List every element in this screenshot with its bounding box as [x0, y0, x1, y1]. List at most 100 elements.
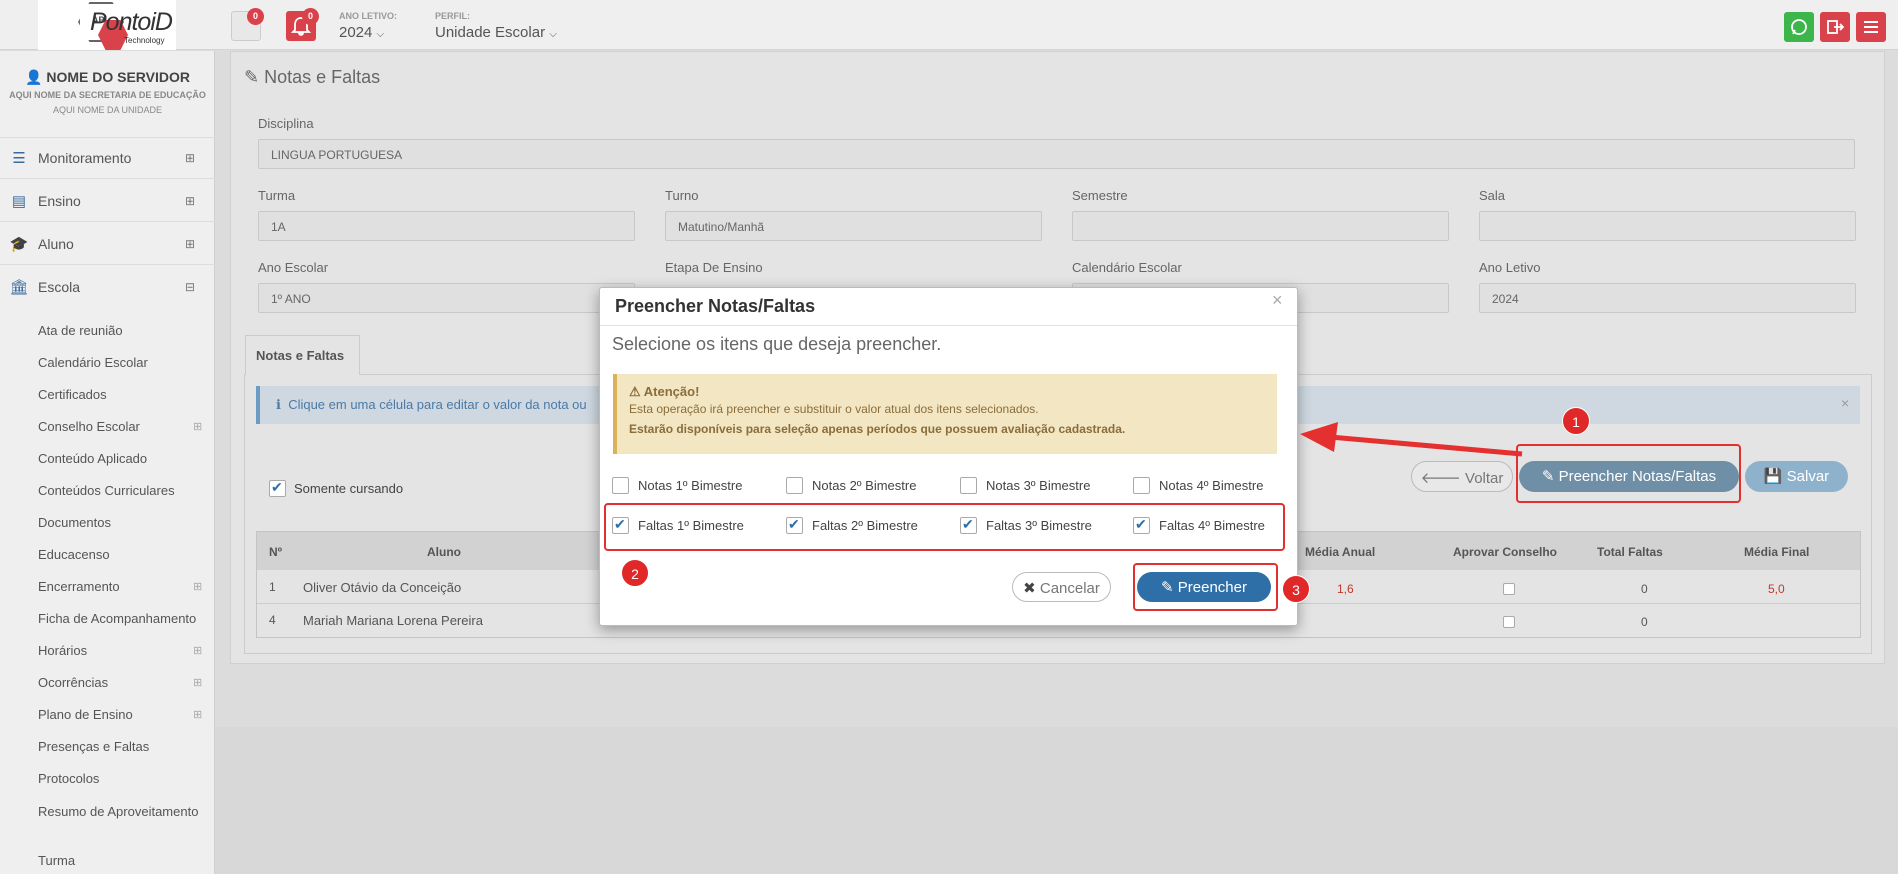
warning-line-2: Estarão disponíveis para seleção apenas …: [629, 422, 1126, 436]
sidebar-subitem[interactable]: Turma: [38, 853, 75, 868]
sidebar-subitem[interactable]: Presenças e Faltas: [38, 739, 149, 754]
notas-3-checkbox[interactable]: [960, 477, 977, 494]
somente-cursando-checkbox[interactable]: [269, 479, 286, 497]
notas-2-checkbox[interactable]: [786, 477, 803, 494]
turma-label: Turma: [258, 188, 296, 203]
cancelar-label: Cancelar: [1039, 580, 1100, 597]
expand-icon[interactable]: ⊞: [193, 708, 202, 721]
notas-4-checkbox[interactable]: [1133, 477, 1150, 494]
modal-title: Preencher Notas/Faltas: [615, 296, 816, 316]
sidebar-item-label: Ensino: [38, 192, 81, 209]
cell-total-faltas: 0: [1641, 582, 1648, 596]
salvar-button[interactable]: 💾 Salvar: [1745, 461, 1848, 492]
info-icon: ℹ: [276, 397, 281, 412]
ano-letivo-field-label: Ano Letivo: [1479, 260, 1541, 275]
sliders-icon: ☰: [12, 150, 26, 167]
save-icon: 💾: [1763, 468, 1783, 485]
graduation-cap-icon: 🎓: [9, 235, 29, 253]
sidebar-item-escola[interactable]: 🏛 Escola ⊟: [0, 266, 215, 308]
expand-icon[interactable]: ⊞: [193, 420, 202, 433]
perfil-select[interactable]: Unidade Escolar ⌵: [435, 24, 557, 41]
modal-divider: [600, 325, 1297, 326]
sidebar-subitem[interactable]: Ocorrências: [38, 675, 108, 690]
warning-line-1: Esta operação irá preencher e substituir…: [629, 402, 1039, 416]
sidebar-subitem[interactable]: Certificados: [38, 387, 107, 402]
disciplina-field[interactable]: LINGUA PORTUGUESA: [258, 139, 1855, 169]
sidebar-subitem[interactable]: Resumo de Aproveitamento: [38, 803, 203, 821]
whatsapp-button[interactable]: [1784, 12, 1814, 42]
user-name: NOME DO SERVIDOR: [46, 69, 190, 85]
annotation-number-2: 2: [621, 559, 649, 587]
tab-label: Notas e Faltas: [256, 348, 345, 363]
page-title: ✎ Notas e Faltas: [244, 67, 380, 88]
turma-field[interactable]: 1A: [258, 211, 635, 241]
sidebar-item-monitoramento[interactable]: ☰ Monitoramento ⊞: [0, 137, 215, 179]
sidebar-subitem[interactable]: Ficha de Acompanhamento: [38, 611, 196, 626]
turno-label: Turno: [665, 188, 699, 203]
annotation-arrow-icon: [1300, 422, 1523, 457]
messages-badge: 0: [247, 8, 264, 25]
expand-icon[interactable]: ⊞: [193, 676, 202, 689]
sidebar-subitem[interactable]: Ata de reunião: [38, 323, 123, 338]
ano-letivo-field[interactable]: 2024: [1479, 283, 1856, 313]
perfil-value: Unidade Escolar: [435, 24, 546, 41]
cell-aluno: Oliver Otávio da Conceição: [303, 580, 462, 595]
expand-icon: ⊞: [185, 193, 196, 208]
voltar-label: Voltar: [1465, 470, 1504, 487]
sidebar-item-label: Monitoramento: [38, 150, 132, 166]
cancelar-button[interactable]: ✖ Cancelar: [1012, 572, 1111, 602]
expand-icon: ⊞: [185, 151, 196, 165]
sidebar-subitem[interactable]: Calendário Escolar: [38, 355, 148, 370]
collapse-icon: ⊟: [185, 280, 196, 294]
sidebar-item-aluno[interactable]: 🎓 Aluno ⊞: [0, 223, 215, 265]
page-title-text: Notas e Faltas: [264, 67, 381, 87]
logo[interactable]: API PontoiD Technology: [38, 0, 176, 50]
logout-button[interactable]: [1820, 12, 1850, 42]
sidebar-subitem[interactable]: Horários: [38, 643, 87, 658]
annotation-box-3: [1133, 563, 1278, 611]
cell-aluno: Mariah Mariana Lorena Pereira: [303, 613, 483, 628]
sign-out-icon: [1827, 20, 1845, 34]
sidebar-subitem[interactable]: Documentos: [38, 515, 111, 530]
header-media-anual: Média Anual: [1305, 545, 1376, 559]
notas-1-label: Notas 1º Bimestre: [638, 478, 743, 493]
expand-icon[interactable]: ⊞: [193, 580, 202, 593]
sidebar-item-ensino[interactable]: ▤ Ensino ⊞: [0, 180, 215, 222]
cell-media-anual[interactable]: 1,6: [1337, 582, 1354, 596]
menu-button[interactable]: [1856, 12, 1886, 42]
ano-letivo-select[interactable]: 2024 ⌵: [339, 24, 384, 41]
sidebar-subitem[interactable]: Conteúdo Aplicado: [38, 451, 147, 466]
sidebar-subitem[interactable]: Protocolos: [38, 771, 99, 786]
sidebar: 👤 NOME DO SERVIDOR AQUI NOME DA SECRETAR…: [0, 51, 215, 874]
sidebar-item-label: Escola: [38, 279, 81, 295]
warning-icon: ⚠: [629, 384, 641, 399]
turno-field[interactable]: Matutino/Manhã: [665, 211, 1042, 241]
semestre-field[interactable]: [1072, 211, 1449, 241]
aprovar-checkbox[interactable]: [1503, 583, 1515, 595]
ano-escolar-field[interactable]: 1º ANO: [258, 283, 635, 313]
user-icon: 👤: [25, 69, 43, 85]
top-bar: [0, 0, 1898, 50]
tab-notas-faltas[interactable]: Notas e Faltas: [245, 335, 360, 375]
cell-n: 4: [269, 613, 276, 627]
perfil-label: PERFIL:: [435, 11, 470, 21]
disciplina-label: Disciplina: [258, 116, 314, 131]
sala-field[interactable]: [1479, 211, 1856, 241]
times-icon: ✖: [1023, 580, 1036, 597]
sidebar-subitem[interactable]: Educacenso: [38, 547, 110, 562]
edit-icon: ✎: [244, 67, 260, 87]
close-icon[interactable]: ×: [1841, 395, 1849, 411]
somente-cursando-label: Somente cursando: [294, 481, 404, 496]
close-icon[interactable]: ×: [1272, 290, 1283, 311]
sidebar-subitem[interactable]: Conteúdos Curriculares: [38, 483, 175, 498]
expand-icon[interactable]: ⊞: [193, 644, 202, 657]
sidebar-subitem[interactable]: Encerramento: [38, 579, 120, 594]
etapa-label: Etapa De Ensino: [665, 260, 763, 275]
hamburger-icon: [1864, 21, 1878, 33]
aprovar-checkbox[interactable]: [1503, 616, 1515, 628]
notas-1-checkbox[interactable]: [612, 477, 629, 494]
sidebar-subitem[interactable]: Plano de Ensino: [38, 707, 133, 722]
sidebar-subitem[interactable]: Conselho Escolar: [38, 419, 140, 434]
whatsapp-icon: [1791, 19, 1807, 35]
notas-2-label: Notas 2º Bimestre: [812, 478, 917, 493]
